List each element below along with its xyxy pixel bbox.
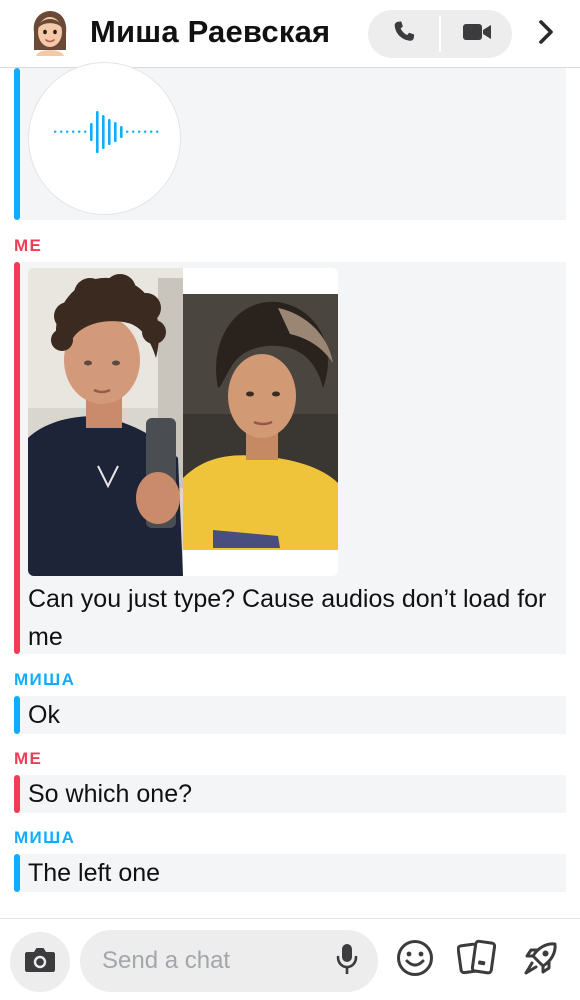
- video-call-button[interactable]: [441, 10, 512, 58]
- sender-bar-them: [14, 696, 20, 734]
- chat-header: Миша Раевская: [0, 0, 580, 68]
- sender-label-me: ME: [14, 236, 43, 255]
- audio-waveform-icon: [53, 109, 159, 160]
- sender-label-them: МИША: [14, 670, 76, 689]
- chevron-right-icon: [538, 19, 554, 50]
- message-text: So which one?: [28, 780, 193, 808]
- sender-label-me: ME: [14, 749, 43, 768]
- call-controls: [368, 10, 512, 58]
- microphone-button[interactable]: [332, 943, 362, 980]
- message-text: Can you just type? Cause audios don’t lo…: [28, 585, 547, 651]
- message-text: Ok: [28, 701, 60, 729]
- video-camera-icon: [462, 21, 492, 48]
- chat-input[interactable]: [102, 930, 332, 992]
- microphone-icon: [336, 943, 358, 980]
- chat-field[interactable]: [80, 930, 378, 992]
- sender-bar-me: [14, 262, 20, 654]
- audio-note-button[interactable]: [28, 62, 181, 215]
- contact-avatar[interactable]: [28, 10, 72, 56]
- sender-bar-them: [14, 854, 20, 892]
- phone-icon: [391, 19, 417, 50]
- cards-icon: [456, 939, 497, 982]
- more-button[interactable]: [532, 16, 560, 52]
- rocket-icon: [522, 939, 560, 982]
- smiley-icon: [396, 939, 434, 982]
- stickers-button[interactable]: [456, 939, 498, 981]
- camera-icon: [24, 946, 56, 979]
- contact-name[interactable]: Миша Раевская: [90, 14, 330, 50]
- sender-label-them: МИША: [14, 828, 76, 847]
- emoji-button[interactable]: [394, 939, 436, 981]
- games-button[interactable]: [520, 939, 562, 981]
- message-text: The left one: [28, 859, 161, 887]
- photo-attachment[interactable]: [28, 268, 338, 576]
- camera-button[interactable]: [10, 932, 70, 992]
- sender-bar-me: [14, 775, 20, 813]
- chat-input-bar: [0, 918, 580, 1000]
- voice-call-button[interactable]: [368, 10, 439, 58]
- sender-bar-them: [14, 68, 20, 220]
